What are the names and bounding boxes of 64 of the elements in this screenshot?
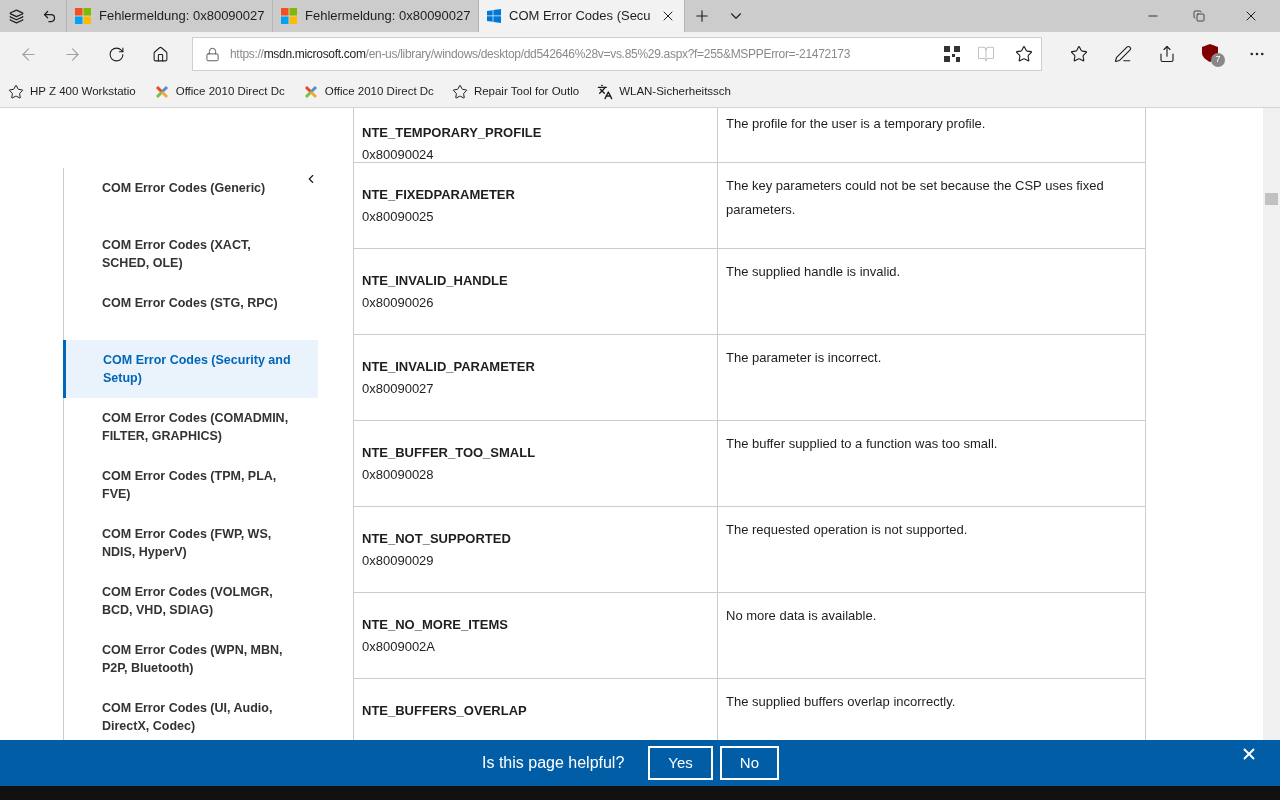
tab-title: COM Error Codes (Secu	[509, 7, 652, 26]
error-code: 0x80090027	[362, 379, 435, 398]
joomla-logo-icon	[153, 83, 170, 100]
error-name: NTE_FIXEDPARAMETER	[362, 186, 516, 204]
sidebar-item[interactable]: COM Error Codes (XACT, SCHED, OLE)	[63, 225, 318, 283]
sidebar-item[interactable]: COM Error Codes (VOLMGR, BCD, VHD, SDIAG)	[63, 572, 318, 630]
address-field[interactable]: https://msdn.microsoft.com/en-us/library/windows/desktop/dd542646%28v=vs.85%29.aspx?f=255&MSPPError=-21472173	[192, 37, 1042, 71]
qr-code-icon[interactable]	[943, 45, 961, 63]
error-description: The profile for the user is a temporary profile.	[726, 116, 986, 131]
sidebar-item[interactable]: COM Error Codes (UI, Audio, DirectX, Codec)	[63, 688, 318, 740]
favorite-star-icon[interactable]	[1015, 45, 1033, 63]
error-name: NTE_INVALID_HANDLE	[362, 272, 509, 290]
sidebar-item[interactable]: COM Error Codes (Security and Setup)	[63, 340, 318, 398]
favorite-link[interactable]: Office 2010 Direct Dc	[153, 82, 285, 101]
error-name: NTE_NO_MORE_ITEMS	[362, 616, 509, 634]
url-text: https://msdn.microsoft.com/en-us/library/windows/desktop/dd542646%28v=vs.85%29.aspx?f=255&MSPPError=-21472173	[230, 46, 851, 63]
tab-favicon-icon	[75, 8, 91, 24]
tab-favicon-icon	[281, 8, 297, 24]
sidebar-item[interactable]: COM Error Codes (WPN, MBN, P2P, Bluetooth)	[63, 630, 318, 688]
error-name: NTE_INVALID_PARAMETER	[362, 358, 536, 376]
error-code: 0x80090024	[362, 145, 435, 164]
feedback-question: Is this page helpful?	[482, 753, 625, 773]
new-tab-icon[interactable]	[693, 7, 711, 25]
windows-logo-icon	[487, 9, 501, 23]
error-description: The supplied handle is invalid.	[726, 264, 901, 279]
error-name: NTE_BUFFERS_OVERLAP	[362, 702, 528, 720]
scrollbar[interactable]	[1263, 108, 1280, 740]
favorite-link[interactable]: Office 2010 Direct Dc	[302, 82, 434, 101]
error-code: 0x80090025	[362, 207, 435, 226]
sidebar-item[interactable]: COM Error Codes (TPM, PLA, FVE)	[63, 456, 318, 514]
error-name: NTE_NOT_SUPPORTED	[362, 530, 512, 548]
star-icon	[451, 83, 468, 100]
error-description: No more data is available.	[726, 608, 877, 623]
feedback-button[interactable]: No	[719, 746, 779, 780]
browser-tab[interactable]: COM Error Codes (Secu	[478, 0, 684, 32]
sidebar-item[interactable]: COM Error Codes (STG, RPC)	[63, 283, 318, 340]
error-description: The buffer supplied to a function was too small.	[726, 436, 998, 451]
error-code: 0x80090028	[362, 465, 435, 484]
sidebar-item[interactable]: COM Error Codes (FWP, WS, NDIS, HyperV)	[63, 514, 318, 572]
tab-title: Fehlermeldung: 0x80090027	[99, 7, 264, 26]
feedback-button[interactable]: Yes	[648, 746, 713, 780]
favorites-list-icon[interactable]	[1070, 45, 1088, 63]
error-code: 0x80090029	[362, 551, 435, 570]
favorite-link[interactable]: HP Z 400 Workstatio	[8, 82, 136, 101]
error-name: NTE_BUFFER_TOO_SMALL	[362, 444, 537, 462]
star-icon	[8, 83, 24, 100]
tab-title: Fehlermeldung: 0x80090027	[305, 7, 470, 26]
lock-icon	[205, 46, 220, 62]
error-description: The supplied buffers overlap incorrectly.	[726, 694, 956, 709]
favorite-link[interactable]: WLAN-Sicherheitssch	[597, 82, 731, 101]
joomla-logo-icon	[302, 83, 319, 100]
error-code: 0x80090026	[362, 293, 435, 312]
error-description: The parameter is incorrect.	[726, 350, 882, 365]
error-name: NTE_TEMPORARY_PROFILE	[362, 124, 543, 142]
text-icon	[597, 83, 614, 100]
pen-icon[interactable]	[1114, 45, 1132, 63]
error-description: The key parameters could not be set because the CSP uses fixed parameters.	[726, 178, 1104, 217]
favorite-link[interactable]: Repair Tool for Outlo	[451, 82, 580, 101]
error-code: 0x8009002A	[362, 637, 436, 656]
sidebar-item[interactable]: COM Error Codes (Generic)	[63, 168, 318, 225]
error-description: The requested operation is not supported.	[726, 522, 968, 537]
extension-badge: 7	[1211, 53, 1225, 67]
share-icon[interactable]	[1158, 45, 1176, 63]
sidebar-item[interactable]: COM Error Codes (COMADMIN, FILTER, GRAPHICS)	[63, 398, 318, 456]
